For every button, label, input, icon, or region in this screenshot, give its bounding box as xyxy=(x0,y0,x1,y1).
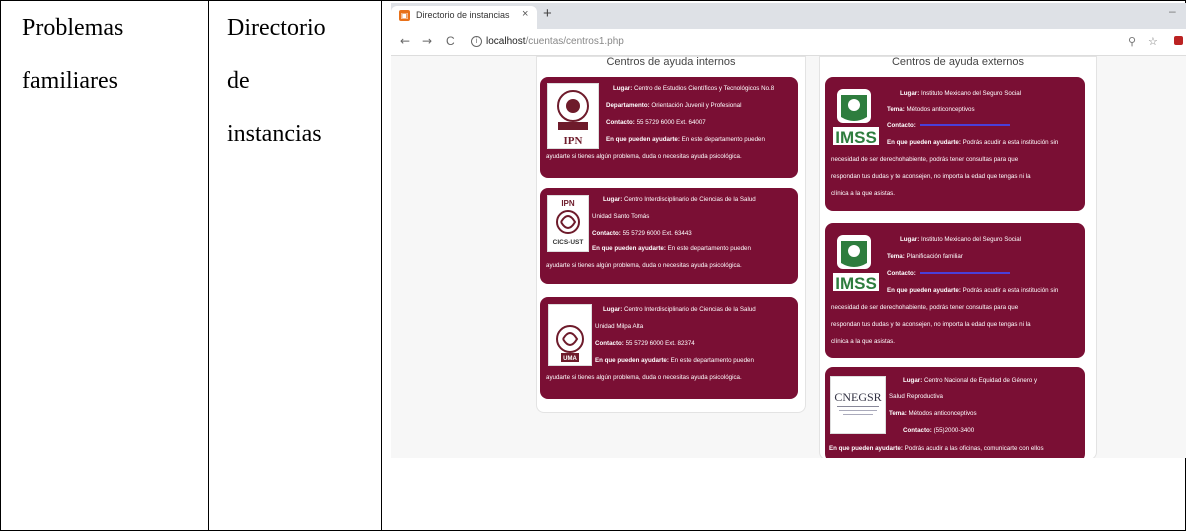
zoom-icon[interactable]: ⚲ xyxy=(1128,35,1136,48)
svg-text:CICS-UST: CICS-UST xyxy=(553,239,584,246)
external-heading: Centros de ayuda externos xyxy=(891,56,1025,68)
internal-heading: Centros de ayuda internos xyxy=(606,56,736,68)
card-line: clínica a la que asistas. xyxy=(831,190,895,197)
card-line: Contacto: xyxy=(887,120,1010,131)
external-card-1: IMSS Lugar: Instituto Mexicano del Segur… xyxy=(825,77,1085,211)
card-line: Lugar: Centro Interdisciplinario de Cien… xyxy=(603,196,756,203)
card-line: ayudarte si tienes algún problema, duda … xyxy=(546,374,742,381)
svg-text:UMA: UMA xyxy=(563,356,577,362)
new-tab-button[interactable]: + xyxy=(543,5,552,22)
table-divider-2 xyxy=(381,0,382,531)
internal-card-1: IPN Lugar: Centro de Estudios Científico… xyxy=(540,77,798,178)
star-icon[interactable]: ☆ xyxy=(1148,35,1158,48)
contact-link[interactable] xyxy=(919,124,1010,127)
svg-text:CNEGSR: CNEGSR xyxy=(834,390,881,404)
extension-icon[interactable] xyxy=(1174,36,1183,45)
card-line: En que pueden ayudarte: Podrás acudir a … xyxy=(887,287,1059,294)
card-line: Unidad Santo Tomás xyxy=(592,213,650,220)
ipn-logo-text: IPN xyxy=(564,135,583,147)
internal-card-2: IPN CICS-UST Lugar: Centro Interdiscipli… xyxy=(540,188,798,284)
card-line: Lugar: Centro de Estudios Científicos y … xyxy=(613,85,775,92)
minimize-button[interactable]: – xyxy=(1169,4,1176,18)
table-border-top xyxy=(0,0,1186,1)
card-line: Departamento: Orientación Juvenil y Prof… xyxy=(606,102,742,109)
svg-text:IMSS: IMSS xyxy=(835,128,877,147)
external-card-2: IMSS Lugar: Instituto Mexicano del Segur… xyxy=(825,223,1085,358)
table-border-left xyxy=(0,0,1,531)
card-line: En que pueden ayudarte: En este departam… xyxy=(606,136,765,143)
external-card-3: CNEGSR Lugar: Centro Nacional de Equidad… xyxy=(825,367,1085,458)
browser-tab[interactable]: ▣ Directorio de instancias × xyxy=(391,6,537,29)
close-tab-icon[interactable]: × xyxy=(522,8,528,20)
cell-problem-line-1: Problemas xyxy=(22,15,124,41)
card-line: Contacto: 55 5729 6000 Ext. 64007 xyxy=(606,119,706,126)
card-line: Tema: Métodos anticonceptivos xyxy=(889,410,977,417)
ipn-logo-icon: IPN xyxy=(547,83,599,149)
card-line: Lugar: Instituto Mexicano del Seguro Soc… xyxy=(900,90,1022,97)
internal-card-3: UMA Lugar: Centro Interdisciplinario de … xyxy=(540,297,798,399)
card-line: respondan tus dudas y te aconsejen, no i… xyxy=(831,321,1031,328)
card-line: Lugar: Instituto Mexicano del Seguro Soc… xyxy=(900,236,1022,243)
url-path: /cuentas/centros1.php xyxy=(525,36,624,47)
card-line: Salud Reproductiva xyxy=(889,393,944,400)
uma-logo-icon: UMA xyxy=(548,304,592,366)
imss-logo-icon: IMSS xyxy=(833,87,883,149)
cell-resource-line-2: de xyxy=(227,68,250,94)
card-line: Contacto: (55)2000-3400 xyxy=(903,427,975,434)
card-line: Lugar: Centro Nacional de Equidad de Gén… xyxy=(903,377,1038,384)
card-line: Tema: Métodos anticonceptivos xyxy=(887,106,975,113)
card-line: Contacto: 55 5729 6000 Ext. 82374 xyxy=(595,340,695,347)
tab-title: Directorio de instancias xyxy=(416,10,510,20)
reload-icon[interactable]: C xyxy=(446,34,455,48)
svg-text:IMSS: IMSS xyxy=(835,274,877,293)
card-line: En que pueden ayudarte: Podrás acudir a … xyxy=(829,445,1044,452)
contact-link[interactable] xyxy=(919,272,1010,275)
browser-screenshot: ▣ Directorio de instancias × + – ← → C i… xyxy=(391,3,1186,458)
card-line: Lugar: Centro Interdisciplinario de Cien… xyxy=(603,306,756,313)
cell-resource-line-3: instancias xyxy=(227,121,322,147)
favicon-icon: ▣ xyxy=(399,10,410,21)
tab-bar: ▣ Directorio de instancias × + – xyxy=(391,3,1186,29)
card-line: Tema: Planificación familiar xyxy=(887,253,963,260)
card-line: necesidad de ser derechohabiente, podrás… xyxy=(831,304,1019,311)
card-line: respondan tus dudas y te aconsejen, no i… xyxy=(831,173,1031,180)
table-divider-1 xyxy=(208,0,209,531)
browser-toolbar: ← → C i localhost/cuentas/centros1.php ⚲… xyxy=(391,29,1186,56)
imss-logo-icon: IMSS xyxy=(833,233,883,295)
card-line: Unidad Milpa Alta xyxy=(595,323,644,330)
url-host: localhost xyxy=(486,36,526,47)
card-line: ayudarte si tienes algún problema, duda … xyxy=(546,262,742,269)
back-icon[interactable]: ← xyxy=(400,34,410,48)
card-line: Contacto: xyxy=(887,268,1010,279)
card-line: Contacto: 55 5729 6000 Ext. 63443 xyxy=(592,230,692,237)
svg-text:IPN: IPN xyxy=(561,199,575,208)
card-line: clínica a la que asistas. xyxy=(831,338,895,345)
address-bar[interactable]: localhost/cuentas/centros1.php xyxy=(486,36,624,47)
card-line: En que pueden ayudarte: En este departam… xyxy=(595,357,754,364)
info-icon[interactable]: i xyxy=(471,36,482,47)
page-content: Centros de ayuda internos Centros de ayu… xyxy=(391,56,1186,458)
card-line: ayudarte si tienes algún problema, duda … xyxy=(546,153,742,160)
cell-problem-line-2: familiares xyxy=(22,68,118,94)
cnegsr-logo-icon: CNEGSR xyxy=(830,376,886,434)
cics-ust-logo-icon: IPN CICS-UST xyxy=(547,195,589,252)
card-line: En que pueden ayudarte: Podrás acudir a … xyxy=(887,139,1059,146)
forward-icon[interactable]: → xyxy=(422,34,432,48)
card-line: En que pueden ayudarte: En este departam… xyxy=(592,245,751,252)
card-line: necesidad de ser derechohabiente, podrás… xyxy=(831,156,1019,163)
cell-resource-line-1: Directorio xyxy=(227,15,326,41)
